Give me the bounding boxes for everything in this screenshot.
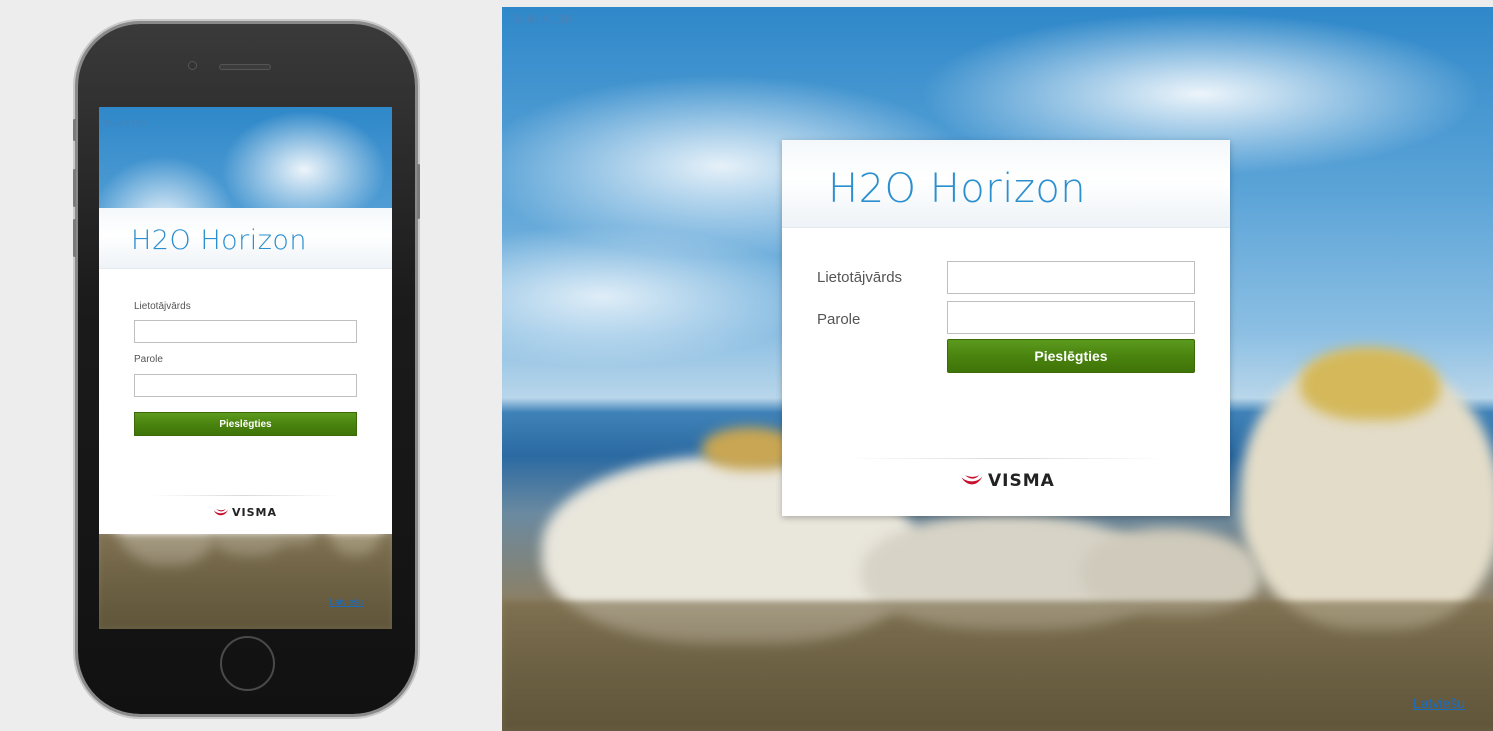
login-panel: H2O Horizon Lietotājvārds Parole Pieslēg…: [99, 208, 392, 534]
password-label: Parole: [817, 311, 861, 328]
password-input[interactable]: [134, 374, 357, 397]
username-label: Lietotājvārds: [817, 269, 903, 286]
phone-screen: Build # 180 H2O Horizon Lietotājvārds Pa…: [99, 107, 392, 629]
phone-power-button: [417, 164, 420, 219]
phone-home-button: [220, 636, 275, 691]
visma-swoosh-icon: [213, 508, 229, 515]
footer-divider: [847, 458, 1165, 459]
language-link[interactable]: Latviešu: [329, 597, 363, 607]
visma-logo-text: VISMA: [988, 471, 1055, 491]
phone-speaker: [219, 64, 271, 70]
password-label: Parole: [134, 354, 163, 365]
username-input[interactable]: [947, 261, 1195, 294]
username-label: Lietotājvārds: [134, 301, 191, 312]
background-shore: [502, 600, 1493, 731]
username-input[interactable]: [134, 320, 357, 343]
login-button[interactable]: Pieslēgties: [134, 412, 357, 436]
phone-volume-up: [73, 169, 76, 207]
build-number: Build # 180: [105, 119, 146, 128]
password-input[interactable]: [947, 301, 1195, 334]
background-rock: [1300, 347, 1441, 420]
login-header: H2O Horizon: [782, 140, 1230, 228]
visma-logo: VISMA: [960, 471, 1055, 491]
desktop-login-view: Build # 180 H2O Horizon Lietotājvārds Pa…: [502, 7, 1493, 731]
build-number: Build # 180: [512, 12, 573, 26]
phone-volume-down: [73, 219, 76, 257]
visma-logo-text: VISMA: [232, 506, 277, 519]
app-title: H2O Horizon: [828, 166, 1087, 212]
login-header: H2O Horizon: [99, 208, 392, 269]
visma-logo: VISMA: [213, 506, 277, 519]
background-shore: [99, 535, 392, 629]
login-button[interactable]: Pieslēgties: [947, 339, 1195, 373]
login-panel: H2O Horizon Lietotājvārds Parole Pieslēg…: [782, 140, 1230, 516]
phone-camera-icon: [188, 61, 197, 70]
language-link[interactable]: Latviešu: [1413, 695, 1465, 711]
phone-silent-switch: [73, 119, 76, 141]
visma-swoosh-icon: [961, 475, 983, 485]
footer-divider: [150, 495, 340, 496]
app-title: H2O Horizon: [131, 225, 308, 256]
phone-mockup: Build # 180 H2O Horizon Lietotājvārds Pa…: [73, 24, 420, 714]
